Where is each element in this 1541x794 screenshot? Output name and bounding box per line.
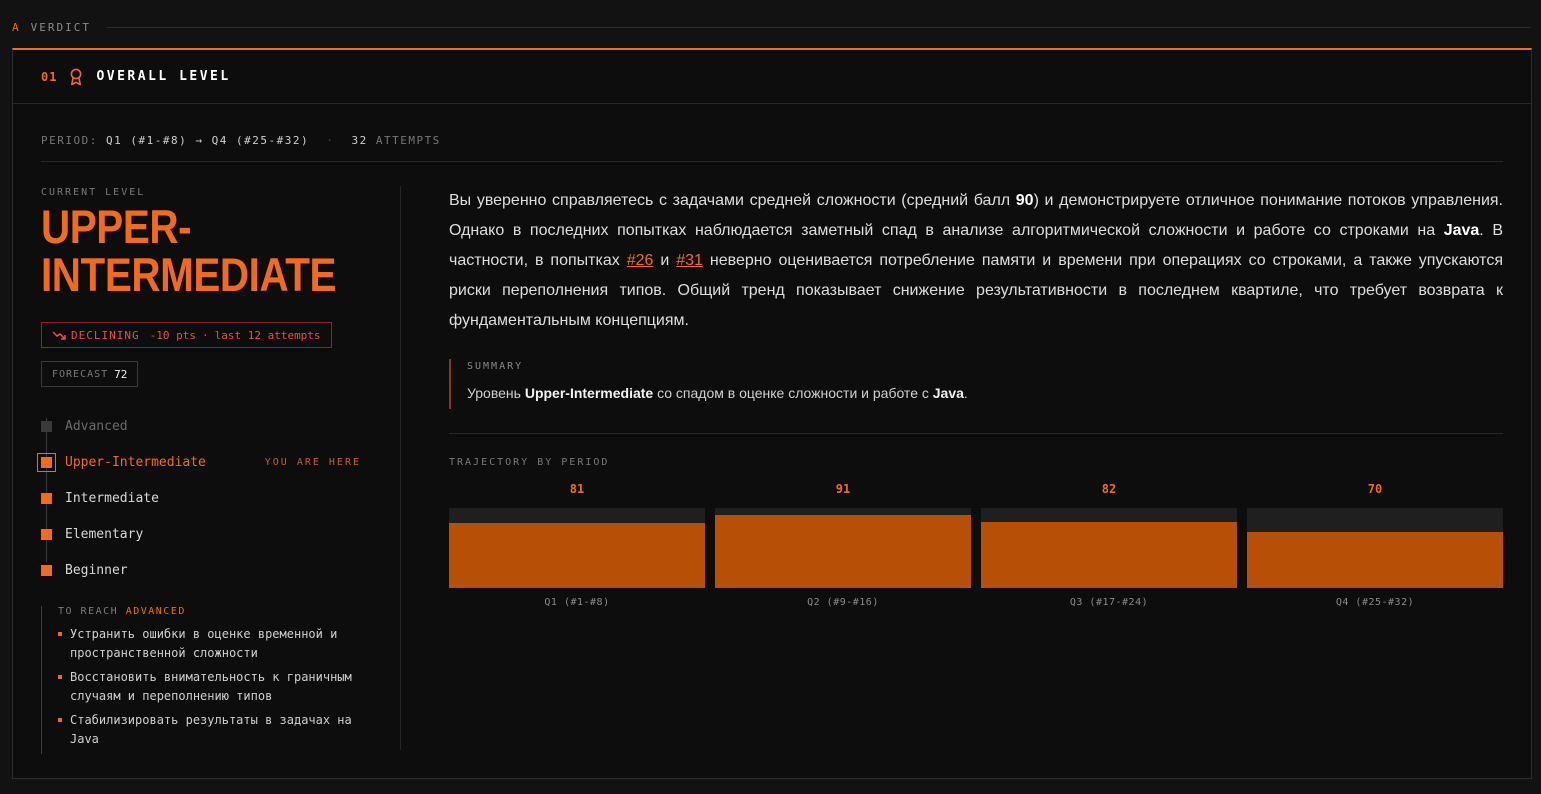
period-from: Q1 (#1-#8) bbox=[105, 134, 188, 147]
to-reach-list: Устранить ошибки в оценке временной и пр… bbox=[58, 625, 361, 749]
forecast-label: FORECAST bbox=[52, 368, 109, 380]
bar-value-label: 81 bbox=[569, 482, 585, 496]
column-divider bbox=[400, 186, 401, 750]
bar bbox=[715, 515, 971, 588]
ladder-level-elementary: Elementary bbox=[41, 516, 361, 552]
trend-label: DECLINING bbox=[71, 328, 140, 342]
bar-track bbox=[981, 508, 1237, 588]
trend-badge: DECLINING -10 pts · last 12 attempts bbox=[41, 322, 332, 348]
period-arrow: → bbox=[195, 134, 204, 147]
trend-separator: · bbox=[201, 328, 209, 342]
trend-window: last 12 attempts bbox=[214, 328, 321, 342]
level-label: Beginner bbox=[65, 562, 128, 578]
current-level-line2: INTERMEDIATE bbox=[41, 248, 336, 301]
forecast-value: 72 bbox=[114, 367, 128, 381]
list-item: Восстановить внимательность к граничным … bbox=[58, 668, 361, 706]
level-label: Elementary bbox=[65, 526, 144, 542]
trajectory-label: TRAJECTORY BY PERIOD bbox=[449, 457, 610, 468]
list-item: Устранить ошибки в оценке временной и пр… bbox=[58, 625, 361, 663]
period-to: Q4 (#25-#32) bbox=[211, 134, 310, 147]
level-marker bbox=[41, 492, 52, 504]
analysis-divider bbox=[449, 433, 1503, 434]
bar-category-label: Q1 (#1-#8) bbox=[544, 597, 610, 608]
panel-number: 01 bbox=[41, 69, 58, 84]
bar-track bbox=[449, 508, 705, 588]
you-are-here-label: YOU ARE HERE bbox=[264, 456, 361, 468]
bar-track bbox=[715, 508, 971, 588]
bar-value-label: 91 bbox=[835, 482, 851, 496]
bar-category-label: Q3 (#17-#24) bbox=[1069, 597, 1149, 608]
to-reach-title: TO REACH ADVANCED bbox=[58, 606, 361, 617]
analysis-text: Вы уверенно справляетесь с задачами сред… bbox=[449, 192, 1016, 209]
summary-part: . bbox=[963, 385, 968, 401]
summary-part: со спадом в оценке сложности и работе с bbox=[653, 385, 933, 401]
level-ladder: Advanced Upper-Intermediate YOU ARE HERE… bbox=[37, 408, 361, 588]
summary-text: Уровень Upper-Intermediate со спадом в о… bbox=[467, 385, 1503, 401]
trend-delta: -10 pts bbox=[149, 328, 196, 342]
summary-part: Уровень bbox=[467, 385, 525, 401]
overall-level-panel: 01 OVERALL LEVEL PERIOD: Q1 (#1-#8) → Q4… bbox=[12, 48, 1532, 779]
attempts-count: 32 bbox=[351, 134, 368, 147]
average-score: 90 bbox=[1015, 192, 1034, 209]
ladder-level-upper-intermediate: Upper-Intermediate YOU ARE HERE bbox=[37, 444, 361, 480]
bar-track bbox=[1247, 508, 1503, 588]
bar-column: 81 Q1 (#1-#8) bbox=[449, 482, 705, 612]
to-reach-target: ADVANCED bbox=[125, 606, 186, 617]
analysis-text: и bbox=[653, 252, 677, 269]
language-name: Java bbox=[1443, 222, 1480, 239]
summary-block: SUMMARY Уровень Upper-Intermediate со сп… bbox=[449, 359, 1503, 409]
attempt-link-31[interactable]: #31 bbox=[676, 252, 703, 269]
summary-level: Upper-Intermediate bbox=[524, 385, 654, 401]
period-label: PERIOD: bbox=[41, 134, 98, 147]
level-marker bbox=[41, 420, 52, 432]
period-info: PERIOD: Q1 (#1-#8) → Q4 (#25-#32) · 32 A… bbox=[41, 134, 441, 147]
bar bbox=[449, 523, 705, 588]
section-label: A VERDICT bbox=[12, 21, 91, 34]
ladder-level-advanced: Advanced bbox=[41, 408, 361, 444]
trajectory-chart: 81 Q1 (#1-#8) 91 Q2 (#9-#16) 82 Q3 (#17-#24) 7… bbox=[449, 482, 1503, 612]
current-level-line1: UPPER- bbox=[41, 200, 192, 253]
period-divider bbox=[41, 161, 1503, 162]
period-separator: · bbox=[326, 134, 335, 147]
level-marker bbox=[37, 452, 56, 472]
trending-down-icon bbox=[52, 331, 66, 340]
panel-title: OVERALL LEVEL bbox=[96, 69, 231, 84]
bar-column: 70 Q4 (#25-#32) bbox=[1247, 482, 1503, 612]
bar-column: 82 Q3 (#17-#24) bbox=[981, 482, 1237, 612]
section-divider bbox=[106, 27, 1531, 28]
level-marker bbox=[41, 528, 52, 540]
ladder-level-beginner: Beginner bbox=[41, 552, 361, 588]
panel-header: 01 OVERALL LEVEL bbox=[13, 50, 1531, 104]
attempt-link-26[interactable]: #26 bbox=[627, 252, 654, 269]
summary-language: Java bbox=[932, 385, 964, 401]
award-icon bbox=[71, 68, 82, 85]
current-level-value: UPPER- INTERMEDIATE bbox=[41, 200, 336, 301]
to-reach-box: TO REACH ADVANCED Устранить ошибки в оце… bbox=[41, 606, 361, 754]
list-item: Стабилизировать результаты в задачах на … bbox=[58, 711, 361, 749]
analysis-column: Вы уверенно справляетесь с задачами сред… bbox=[449, 186, 1503, 612]
level-label: Intermediate bbox=[65, 490, 159, 506]
bar-category-label: Q4 (#25-#32) bbox=[1335, 597, 1415, 608]
bar bbox=[1247, 532, 1503, 588]
bar-value-label: 70 bbox=[1367, 482, 1383, 496]
level-label: Advanced bbox=[65, 418, 128, 434]
bar-value-label: 82 bbox=[1101, 482, 1117, 496]
analysis-paragraph: Вы уверенно справляетесь с задачами сред… bbox=[449, 186, 1503, 336]
forecast-badge: FORECAST 72 bbox=[41, 361, 139, 387]
current-level-label: CURRENT LEVEL bbox=[41, 187, 146, 198]
bar-category-label: Q2 (#9-#16) bbox=[807, 597, 879, 608]
level-label: Upper-Intermediate bbox=[65, 454, 206, 470]
bar-column: 91 Q2 (#9-#16) bbox=[715, 482, 971, 612]
level-marker bbox=[41, 564, 52, 576]
section-letter: A bbox=[12, 21, 21, 34]
section-title: VERDICT bbox=[30, 21, 91, 34]
level-column: CURRENT LEVEL UPPER- INTERMEDIATE DECLIN… bbox=[37, 186, 381, 754]
attempts-label: ATTEMPTS bbox=[375, 134, 441, 147]
ladder-level-intermediate: Intermediate bbox=[41, 480, 361, 516]
summary-label: SUMMARY bbox=[467, 361, 524, 372]
to-reach-prefix: TO REACH bbox=[58, 606, 119, 617]
bar bbox=[981, 522, 1237, 588]
